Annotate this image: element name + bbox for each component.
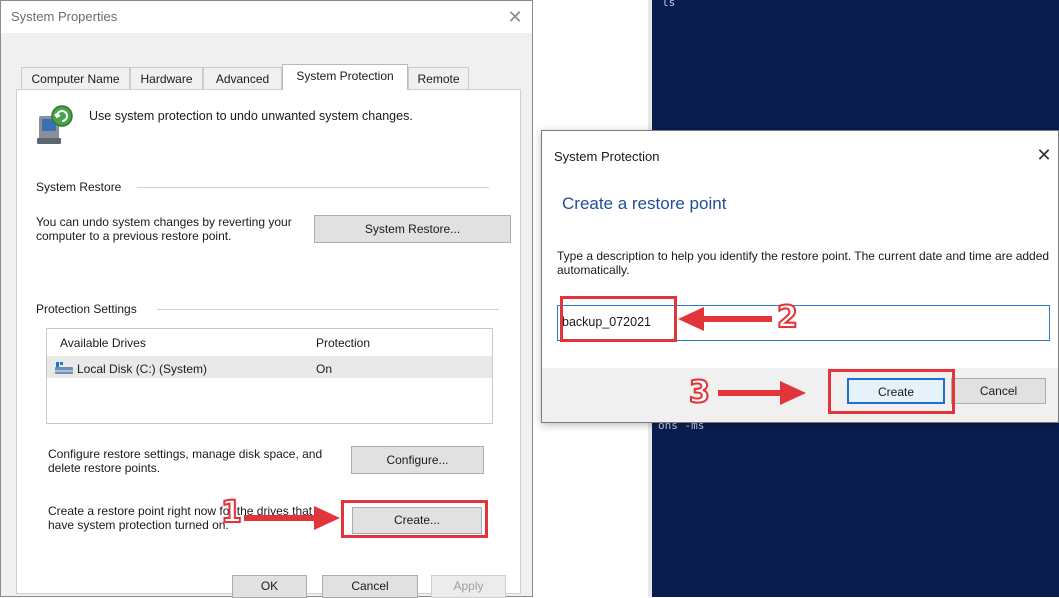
group-divider — [137, 187, 489, 188]
group-label-protection-settings: Protection Settings — [36, 302, 137, 316]
tab-advanced[interactable]: Advanced — [203, 67, 282, 89]
tab-label: Hardware — [140, 72, 193, 86]
tab-label: Advanced — [215, 72, 270, 86]
dialog-title: System Protection — [554, 149, 660, 164]
tab-remote[interactable]: Remote — [408, 67, 469, 89]
drive-icon — [55, 362, 73, 374]
tab-label: Remote — [417, 72, 460, 86]
system-restore-button[interactable]: System Restore... — [314, 215, 511, 243]
ok-button[interactable]: OK — [232, 575, 307, 598]
apply-button[interactable]: Apply — [431, 575, 506, 598]
highlight-create-button — [341, 500, 488, 538]
arrow-head-icon — [780, 381, 806, 405]
configure-button[interactable]: Configure... — [351, 446, 484, 474]
button-label: System Restore... — [364, 222, 461, 236]
button-label: Cancel — [979, 384, 1018, 398]
arrow-step-3 — [718, 390, 782, 396]
group-label-system-restore: System Restore — [36, 180, 122, 194]
button-label: Cancel — [351, 579, 389, 593]
arrow-head-icon — [678, 307, 704, 331]
drive-name: Local Disk (C:) (System) — [77, 362, 208, 376]
arrow-step-2 — [702, 316, 772, 322]
button-label: Configure... — [386, 453, 449, 467]
button-label: Apply — [453, 579, 484, 593]
column-header-drives[interactable]: Available Drives — [60, 336, 146, 350]
window-title: System Properties — [11, 9, 118, 24]
tab-label: System Protection — [296, 69, 394, 83]
tab-system-protection[interactable]: System Protection — [282, 64, 408, 90]
tab-computer-name[interactable]: Computer Name — [21, 67, 130, 89]
dialog-heading: Create a restore point — [562, 194, 727, 213]
dialog-cancel-button[interactable]: Cancel — [951, 378, 1046, 404]
tab-label: Computer Name — [31, 72, 120, 86]
tab-hardware[interactable]: Hardware — [130, 67, 203, 89]
drive-protection-status: On — [316, 362, 333, 376]
configure-description: Configure restore settings, manage disk … — [48, 447, 323, 475]
dialog-description: Type a description to help you identify … — [557, 249, 1050, 277]
close-icon[interactable]: ✕ — [1032, 143, 1056, 167]
system-restore-description: You can undo system changes by reverting… — [36, 215, 292, 243]
step-3-marker: 3 — [688, 375, 711, 410]
button-label: OK — [260, 579, 279, 593]
terminal-text: ls — [662, 0, 676, 9]
arrow-step-1 — [244, 515, 318, 521]
cancel-button[interactable]: Cancel — [322, 575, 418, 598]
title-bar: System Properties ✕ — [1, 1, 532, 33]
system-protection-icon — [37, 105, 73, 144]
intro-text: Use system protection to undo unwanted s… — [89, 109, 413, 123]
close-icon[interactable]: ✕ — [501, 3, 529, 31]
step-1-marker: 1 — [220, 495, 243, 530]
group-divider — [157, 309, 499, 310]
column-header-protection[interactable]: Protection — [316, 336, 370, 350]
step-2-marker: 2 — [776, 300, 799, 335]
highlight-dialog-create-button — [828, 369, 955, 414]
arrow-head-icon — [314, 506, 340, 530]
highlight-description-input — [560, 296, 677, 342]
